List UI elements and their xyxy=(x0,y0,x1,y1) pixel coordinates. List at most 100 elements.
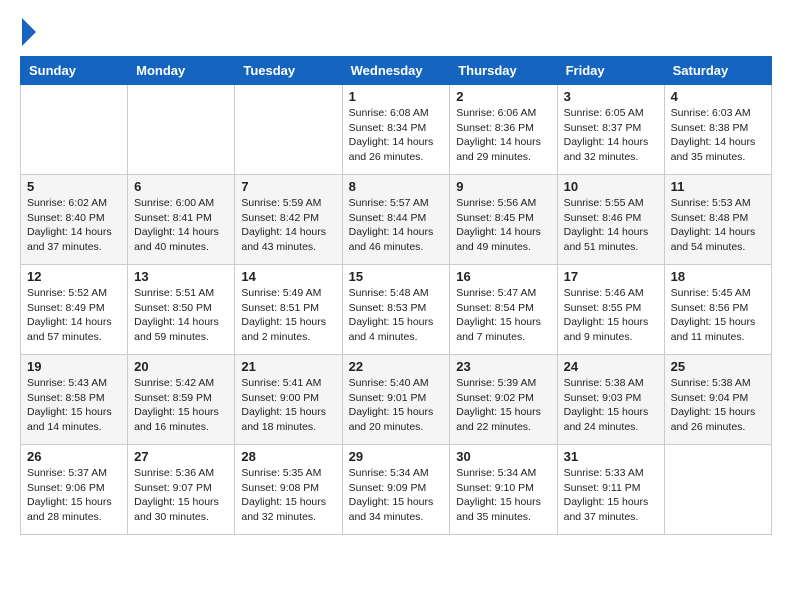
day-info: Sunrise: 6:05 AM Sunset: 8:37 PM Dayligh… xyxy=(564,106,658,165)
day-cell-2: 2Sunrise: 6:06 AM Sunset: 8:36 PM Daylig… xyxy=(450,85,557,175)
day-cell-27: 27 Sunrise: 5:36 AM Sunset: 9:07 PM Dayli… xyxy=(128,445,235,535)
day-number: 23 xyxy=(456,359,550,374)
header-thursday: Thursday xyxy=(450,57,557,85)
day-cell-8: 8 Sunrise: 5:57 AM Sunset: 8:44 PM Daylig… xyxy=(342,175,450,265)
day-number: 17 xyxy=(564,269,658,284)
header-saturday: Saturday xyxy=(664,57,771,85)
day-number: 19 xyxy=(27,359,121,374)
day-cell-13: 13 Sunrise: 5:51 AM Sunset: 8:50 PM Dayli… xyxy=(128,265,235,355)
day-cell-11: 11 Sunrise: 5:53 AM Sunset: 8:48 PM Dayli… xyxy=(664,175,771,265)
day-number: 22 xyxy=(349,359,444,374)
day-info: Sunrise: 5:34 AM Sunset: 9:10 PM Dayligh… xyxy=(456,466,550,525)
day-number: 24 xyxy=(564,359,658,374)
day-info: Sunrise: 5:37 AM Sunset: 9:06 PM Dayligh… xyxy=(27,466,121,525)
day-cell-3: 3 Sunrise: 6:05 AM Sunset: 8:37 PM Daylig… xyxy=(557,85,664,175)
page-header xyxy=(20,20,772,46)
day-info: Sunrise: 5:55 AM Sunset: 8:46 PM Dayligh… xyxy=(564,196,658,255)
day-info: Sunrise: 6:00 AM Sunset: 8:41 PM Dayligh… xyxy=(134,196,228,255)
day-cell-20: 20 Sunrise: 5:42 AM Sunset: 8:59 PM Dayli… xyxy=(128,355,235,445)
day-cell-9: 9Sunrise: 5:56 AM Sunset: 8:45 PM Daylig… xyxy=(450,175,557,265)
day-info: Sunrise: 5:53 AM Sunset: 8:48 PM Dayligh… xyxy=(671,196,765,255)
day-info: Sunrise: 5:49 AM Sunset: 8:51 PM Dayligh… xyxy=(241,286,335,345)
day-number: 2 xyxy=(456,89,550,104)
day-cell-24: 24 Sunrise: 5:38 AM Sunset: 9:03 PM Dayli… xyxy=(557,355,664,445)
day-number: 26 xyxy=(27,449,121,464)
day-number: 30 xyxy=(456,449,550,464)
day-number: 20 xyxy=(134,359,228,374)
day-cell-7: 7 Sunrise: 5:59 AM Sunset: 8:42 PM Daylig… xyxy=(235,175,342,265)
week-row-3: 12 Sunrise: 5:52 AM Sunset: 8:49 PM Dayli… xyxy=(21,265,772,355)
day-info: Sunrise: 6:02 AM Sunset: 8:40 PM Dayligh… xyxy=(27,196,121,255)
day-number: 10 xyxy=(564,179,658,194)
day-cell-15: 15 Sunrise: 5:48 AM Sunset: 8:53 PM Dayli… xyxy=(342,265,450,355)
day-number: 12 xyxy=(27,269,121,284)
day-info: Sunrise: 5:39 AM Sunset: 9:02 PM Dayligh… xyxy=(456,376,550,435)
day-cell-4: 4 Sunrise: 6:03 AM Sunset: 8:38 PM Daylig… xyxy=(664,85,771,175)
day-info: Sunrise: 5:48 AM Sunset: 8:53 PM Dayligh… xyxy=(349,286,444,345)
day-info: Sunrise: 5:57 AM Sunset: 8:44 PM Dayligh… xyxy=(349,196,444,255)
day-info: Sunrise: 5:52 AM Sunset: 8:49 PM Dayligh… xyxy=(27,286,121,345)
day-number: 5 xyxy=(27,179,121,194)
calendar-header-row: SundayMondayTuesdayWednesdayThursdayFrid… xyxy=(21,57,772,85)
day-info: Sunrise: 5:33 AM Sunset: 9:11 PM Dayligh… xyxy=(564,466,658,525)
week-row-1: 1 Sunrise: 6:08 AM Sunset: 8:34 PM Daylig… xyxy=(21,85,772,175)
day-cell-29: 29Sunrise: 5:34 AM Sunset: 9:09 PM Dayli… xyxy=(342,445,450,535)
day-number: 4 xyxy=(671,89,765,104)
day-number: 14 xyxy=(241,269,335,284)
day-number: 28 xyxy=(241,449,335,464)
day-cell-26: 26 Sunrise: 5:37 AM Sunset: 9:06 PM Dayli… xyxy=(21,445,128,535)
day-info: Sunrise: 5:41 AM Sunset: 9:00 PM Dayligh… xyxy=(241,376,335,435)
day-number: 31 xyxy=(564,449,658,464)
day-cell-6: 6 Sunrise: 6:00 AM Sunset: 8:41 PM Daylig… xyxy=(128,175,235,265)
logo-arrow-icon xyxy=(22,18,36,46)
day-cell-17: 17 Sunrise: 5:46 AM Sunset: 8:55 PM Dayli… xyxy=(557,265,664,355)
day-cell-21: 21 Sunrise: 5:41 AM Sunset: 9:00 PM Dayli… xyxy=(235,355,342,445)
day-cell-5: 5 Sunrise: 6:02 AM Sunset: 8:40 PM Daylig… xyxy=(21,175,128,265)
day-number: 29 xyxy=(349,449,444,464)
day-info: Sunrise: 5:35 AM Sunset: 9:08 PM Dayligh… xyxy=(241,466,335,525)
day-cell-19: 19Sunrise: 5:43 AM Sunset: 8:58 PM Dayli… xyxy=(21,355,128,445)
day-info: Sunrise: 5:51 AM Sunset: 8:50 PM Dayligh… xyxy=(134,286,228,345)
day-info: Sunrise: 5:45 AM Sunset: 8:56 PM Dayligh… xyxy=(671,286,765,345)
calendar-table: SundayMondayTuesdayWednesdayThursdayFrid… xyxy=(20,56,772,535)
day-cell-31: 31 Sunrise: 5:33 AM Sunset: 9:11 PM Dayli… xyxy=(557,445,664,535)
day-number: 7 xyxy=(241,179,335,194)
day-number: 15 xyxy=(349,269,444,284)
day-number: 13 xyxy=(134,269,228,284)
day-cell-14: 14 Sunrise: 5:49 AM Sunset: 8:51 PM Dayli… xyxy=(235,265,342,355)
day-cell-12: 12 Sunrise: 5:52 AM Sunset: 8:49 PM Dayli… xyxy=(21,265,128,355)
empty-cell xyxy=(21,85,128,175)
day-info: Sunrise: 5:38 AM Sunset: 9:03 PM Dayligh… xyxy=(564,376,658,435)
day-number: 3 xyxy=(564,89,658,104)
day-number: 1 xyxy=(349,89,444,104)
day-number: 6 xyxy=(134,179,228,194)
day-number: 8 xyxy=(349,179,444,194)
day-cell-10: 10 Sunrise: 5:55 AM Sunset: 8:46 PM Dayli… xyxy=(557,175,664,265)
week-row-2: 5 Sunrise: 6:02 AM Sunset: 8:40 PM Daylig… xyxy=(21,175,772,265)
day-cell-16: 16 Sunrise: 5:47 AM Sunset: 8:54 PM Dayli… xyxy=(450,265,557,355)
logo xyxy=(20,20,36,46)
header-monday: Monday xyxy=(128,57,235,85)
day-number: 18 xyxy=(671,269,765,284)
day-info: Sunrise: 5:46 AM Sunset: 8:55 PM Dayligh… xyxy=(564,286,658,345)
day-cell-28: 28 Sunrise: 5:35 AM Sunset: 9:08 PM Dayli… xyxy=(235,445,342,535)
day-info: Sunrise: 6:08 AM Sunset: 8:34 PM Dayligh… xyxy=(349,106,444,165)
day-info: Sunrise: 5:47 AM Sunset: 8:54 PM Dayligh… xyxy=(456,286,550,345)
day-number: 11 xyxy=(671,179,765,194)
day-number: 16 xyxy=(456,269,550,284)
day-info: Sunrise: 5:36 AM Sunset: 9:07 PM Dayligh… xyxy=(134,466,228,525)
day-cell-25: 25Sunrise: 5:38 AM Sunset: 9:04 PM Dayli… xyxy=(664,355,771,445)
week-row-5: 26 Sunrise: 5:37 AM Sunset: 9:06 PM Dayli… xyxy=(21,445,772,535)
day-info: Sunrise: 5:59 AM Sunset: 8:42 PM Dayligh… xyxy=(241,196,335,255)
day-info: Sunrise: 5:42 AM Sunset: 8:59 PM Dayligh… xyxy=(134,376,228,435)
empty-cell xyxy=(128,85,235,175)
header-wednesday: Wednesday xyxy=(342,57,450,85)
week-row-4: 19Sunrise: 5:43 AM Sunset: 8:58 PM Dayli… xyxy=(21,355,772,445)
day-info: Sunrise: 6:03 AM Sunset: 8:38 PM Dayligh… xyxy=(671,106,765,165)
day-info: Sunrise: 5:40 AM Sunset: 9:01 PM Dayligh… xyxy=(349,376,444,435)
day-number: 25 xyxy=(671,359,765,374)
day-number: 27 xyxy=(134,449,228,464)
day-cell-18: 18 Sunrise: 5:45 AM Sunset: 8:56 PM Dayli… xyxy=(664,265,771,355)
header-sunday: Sunday xyxy=(21,57,128,85)
day-number: 21 xyxy=(241,359,335,374)
